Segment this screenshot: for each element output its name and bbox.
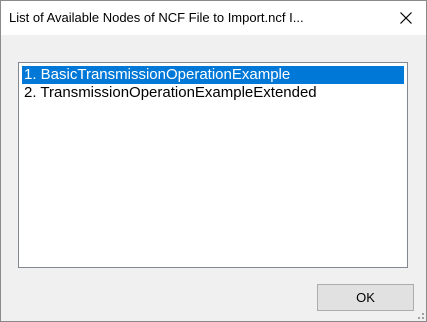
resize-grip-icon[interactable] (414, 309, 424, 319)
dialog-window: List of Available Nodes of NCF File to I… (0, 0, 427, 322)
close-icon (400, 12, 412, 24)
list-item[interactable]: 2. TransmissionOperationExampleExtended (22, 84, 404, 102)
nodes-listbox[interactable]: 1. BasicTransmissionOperationExample 2. … (18, 62, 408, 268)
window-title: List of Available Nodes of NCF File to I… (9, 10, 304, 25)
list-item[interactable]: 1. BasicTransmissionOperationExample (22, 66, 404, 84)
close-button[interactable] (386, 1, 426, 35)
title-bar[interactable]: List of Available Nodes of NCF File to I… (1, 1, 426, 35)
ok-button[interactable]: OK (317, 284, 414, 311)
